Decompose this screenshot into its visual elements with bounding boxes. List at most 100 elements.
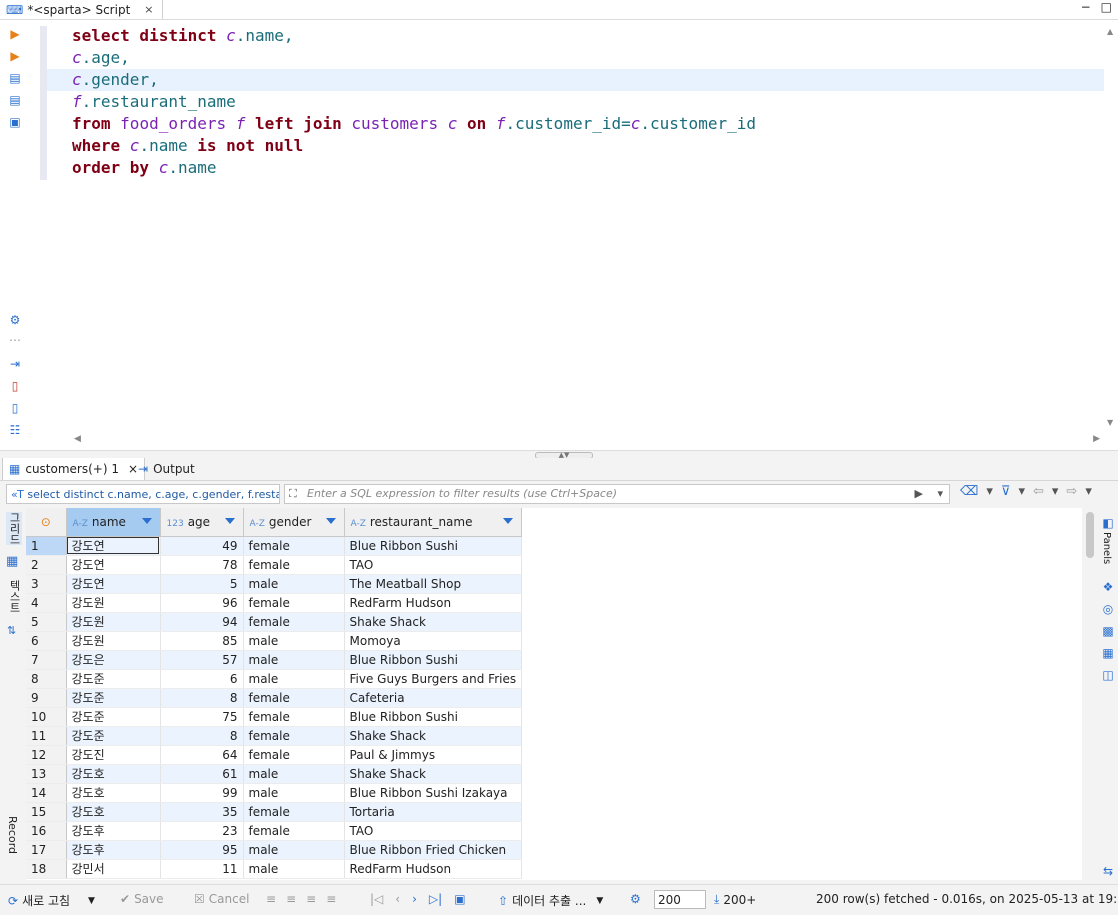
cell-name[interactable]: 강도준: [66, 707, 161, 727]
cell-gender[interactable]: male: [243, 840, 345, 860]
code-line[interactable]: c.age,: [72, 47, 756, 69]
cell-restaurant-name[interactable]: RedFarm Hudson: [344, 859, 523, 879]
value-viewer-icon[interactable]: ❖: [1101, 580, 1115, 594]
grid-vertical-scrollbar[interactable]: [1086, 512, 1094, 558]
cell-age[interactable]: 61: [160, 764, 244, 784]
query-text-box[interactable]: «T select distinct c.name, c.age, c.gend…: [6, 484, 280, 504]
cell-restaurant-name[interactable]: RedFarm Hudson: [344, 593, 523, 613]
row-number[interactable]: 8: [26, 669, 67, 689]
export-button[interactable]: ⇧ 데이터 추출 ... ▼: [498, 892, 603, 909]
tab-text[interactable]: 텍스트: [6, 580, 22, 613]
table-row[interactable]: 6 강도원 85 male Momoya: [26, 631, 523, 651]
cell-gender[interactable]: female: [243, 555, 345, 575]
cell-name[interactable]: 강도호: [66, 802, 161, 822]
cell-gender[interactable]: male: [243, 859, 345, 879]
cell-restaurant-name[interactable]: Shake Shack: [344, 726, 523, 746]
cancel-button[interactable]: ☒ Cancel: [194, 892, 249, 906]
cell-name[interactable]: 강도진: [66, 745, 161, 765]
row-number[interactable]: 6: [26, 631, 67, 651]
cell-restaurant-name[interactable]: Blue Ribbon Sushi: [344, 536, 523, 556]
first-page-icon[interactable]: |◁: [370, 892, 383, 906]
cell-gender[interactable]: female: [243, 745, 345, 765]
table-row[interactable]: 13 강도호 61 male Shake Shack: [26, 764, 523, 784]
column-header-name[interactable]: A-Z name: [66, 508, 161, 537]
cell-age[interactable]: 96: [160, 593, 244, 613]
cell-gender[interactable]: male: [243, 631, 345, 651]
save-button[interactable]: ✔ Save: [120, 892, 164, 906]
cell-gender[interactable]: male: [243, 669, 345, 689]
table-row[interactable]: 12 강도진 64 female Paul & Jimmys: [26, 745, 523, 765]
add-row-icon[interactable]: ≡: [286, 892, 296, 906]
table-row[interactable]: 1 강도연 49 female Blue Ribbon Sushi: [26, 536, 523, 556]
row-number[interactable]: 15: [26, 802, 67, 822]
cell-name[interactable]: 강도호: [66, 783, 161, 803]
more-icon[interactable]: ⋯: [8, 333, 22, 347]
table-row[interactable]: 15 강도호 35 female Tortaria: [26, 802, 523, 822]
code-line[interactable]: order by c.name: [72, 157, 756, 179]
row-number[interactable]: 11: [26, 726, 67, 746]
apply-filter-icon[interactable]: ▶: [915, 485, 923, 503]
cell-age[interactable]: 6: [160, 669, 244, 689]
row-number[interactable]: 12: [26, 745, 67, 765]
sort-filter-icon[interactable]: [325, 518, 336, 524]
code-line[interactable]: from food_orders f left join customers c…: [72, 113, 756, 135]
table-row[interactable]: 10 강도준 75 female Blue Ribbon Sushi: [26, 707, 523, 727]
code-line[interactable]: f.restaurant_name: [72, 91, 756, 113]
code-line[interactable]: where c.name is not null: [72, 135, 756, 157]
row-number[interactable]: 2: [26, 555, 67, 575]
cell-gender[interactable]: female: [243, 688, 345, 708]
cell-gender[interactable]: male: [243, 783, 345, 803]
cell-name[interactable]: 강도은: [66, 650, 161, 670]
outline-icon[interactable]: ☷: [8, 423, 22, 437]
table-row[interactable]: 18 강민서 11 male RedFarm Hudson: [26, 859, 523, 879]
cell-age[interactable]: 57: [160, 650, 244, 670]
back-icon[interactable]: ⇦: [1033, 484, 1044, 499]
edit-row-icon[interactable]: ≡: [266, 892, 276, 906]
table-row[interactable]: 3 강도연 5 male The Meatball Shop: [26, 574, 523, 594]
filter-icon[interactable]: ⊽: [1001, 484, 1011, 499]
cell-age[interactable]: 99: [160, 783, 244, 803]
dropdown-icon[interactable]: ▾: [1085, 484, 1092, 499]
cell-restaurant-name[interactable]: Blue Ribbon Sushi Izakaya: [344, 783, 523, 803]
cell-name[interactable]: 강도연: [66, 555, 161, 575]
cell-name[interactable]: 강도후: [66, 821, 161, 841]
maximize-button[interactable]: □: [1101, 0, 1112, 14]
row-number[interactable]: 5: [26, 612, 67, 632]
column-header-age[interactable]: 123 age: [160, 508, 244, 537]
scroll-down-icon[interactable]: ▼: [1107, 418, 1113, 427]
execute-script-icon[interactable]: ▤: [8, 71, 22, 85]
calc-icon[interactable]: ▦: [1101, 646, 1115, 660]
sql-code[interactable]: select distinct c.name, c.age, c.gender, f.…: [72, 25, 756, 179]
close-icon[interactable]: ×: [144, 3, 153, 16]
references-icon[interactable]: ◫: [1101, 668, 1115, 682]
text-icon[interactable]: ⇅: [7, 624, 16, 637]
select-all-icon[interactable]: ⊙: [41, 515, 51, 529]
table-row[interactable]: 9 강도준 8 female Cafeteria: [26, 688, 523, 708]
table-row[interactable]: 16 강도후 23 female TAO: [26, 821, 523, 841]
table-row[interactable]: 2 강도연 78 female TAO: [26, 555, 523, 575]
cell-name[interactable]: 강도준: [66, 669, 161, 689]
chevron-down-icon[interactable]: ▼: [596, 896, 603, 906]
table-row[interactable]: 17 강도후 95 male Blue Ribbon Fried Chicken: [26, 840, 523, 860]
sort-filter-icon[interactable]: [503, 518, 514, 524]
tab-grid[interactable]: 그리드: [6, 512, 22, 545]
filter-history-icon[interactable]: ▾: [937, 485, 943, 503]
cell-gender[interactable]: female: [243, 821, 345, 841]
cell-name[interactable]: 강도호: [66, 764, 161, 784]
cell-name[interactable]: 강도연: [66, 574, 161, 594]
panels-icon[interactable]: ◧: [1101, 516, 1115, 530]
export-query-icon[interactable]: ⇥: [8, 357, 22, 371]
cell-age[interactable]: 11: [160, 859, 244, 879]
table-row[interactable]: 5 강도원 94 female Shake Shack: [26, 612, 523, 632]
cell-gender[interactable]: male: [243, 764, 345, 784]
cell-gender[interactable]: female: [243, 726, 345, 746]
cell-age[interactable]: 8: [160, 726, 244, 746]
cell-restaurant-name[interactable]: The Meatball Shop: [344, 574, 523, 594]
row-number[interactable]: 7: [26, 650, 67, 670]
grid-icon[interactable]: ▦: [6, 554, 18, 569]
gear-icon[interactable]: ⚙: [8, 313, 22, 327]
refresh-button[interactable]: ⟳ 새로 고침 ▼: [8, 892, 95, 909]
cell-restaurant-name[interactable]: TAO: [344, 821, 523, 841]
cell-age[interactable]: 23: [160, 821, 244, 841]
cell-restaurant-name[interactable]: TAO: [344, 555, 523, 575]
